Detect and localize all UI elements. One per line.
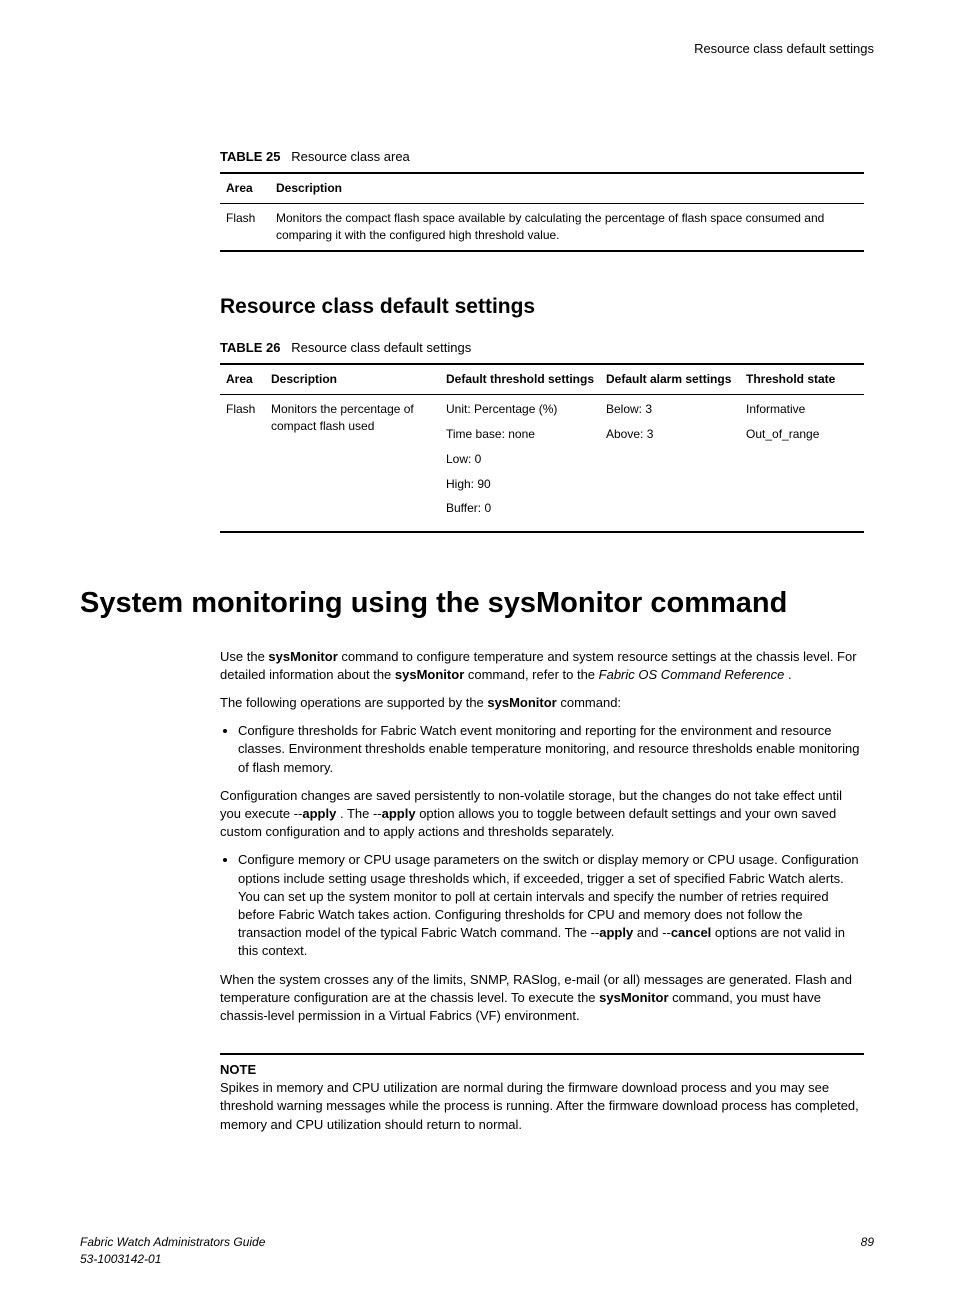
- bullet-list-1: Configure thresholds for Fabric Watch ev…: [220, 722, 864, 777]
- t26-alarm: Below: 3 Above: 3: [600, 395, 740, 532]
- paragraph-4: When the system crosses any of the limit…: [220, 971, 864, 1026]
- t26-thr-0: Unit: Percentage (%): [446, 401, 594, 418]
- t26-state-0: Informative: [746, 401, 858, 418]
- table26-h1: Description: [265, 364, 440, 394]
- table25-desc: Monitors the compact flash space availab…: [270, 204, 864, 251]
- footer-guide-title: Fabric Watch Administrators Guide: [80, 1234, 265, 1251]
- table25-header-area: Area: [220, 173, 270, 203]
- table25-caption: TABLE 25 Resource class area: [220, 148, 864, 166]
- footer-doc-number: 53-1003142-01: [80, 1251, 265, 1268]
- table26-h2: Default threshold settings: [440, 364, 600, 394]
- table25-caption-label: TABLE 25: [220, 149, 280, 164]
- page-header-right: Resource class default settings: [80, 40, 874, 58]
- t26-thr-2: Low: 0: [446, 451, 594, 468]
- text: command:: [557, 695, 621, 710]
- note-block: NOTE Spikes in memory and CPU utilizatio…: [220, 1053, 864, 1134]
- table26-h3: Default alarm settings: [600, 364, 740, 394]
- t26-threshold: Unit: Percentage (%) Time base: none Low…: [440, 395, 600, 532]
- text: .: [784, 667, 791, 682]
- bold-text: sysMonitor: [599, 990, 668, 1005]
- list-item: Configure thresholds for Fabric Watch ev…: [238, 722, 864, 777]
- bold-text: cancel: [671, 925, 711, 940]
- paragraph-3: Configuration changes are saved persiste…: [220, 787, 864, 842]
- footer-page-number: 89: [861, 1234, 874, 1268]
- t26-state: Informative Out_of_range: [740, 395, 864, 532]
- table26-caption-label: TABLE 26: [220, 340, 280, 355]
- t26-area: Flash: [220, 395, 265, 532]
- italic-text: Fabric OS Command Reference: [599, 667, 785, 682]
- t26-state-1: Out_of_range: [746, 426, 858, 443]
- t26-thr-4: Buffer: 0: [446, 500, 594, 517]
- section-heading: Resource class default settings: [220, 292, 864, 321]
- table25-header-desc: Description: [270, 173, 864, 203]
- text: command, refer to the: [464, 667, 598, 682]
- bold-text: apply: [599, 925, 633, 940]
- list-item: Configure memory or CPU usage parameters…: [238, 851, 864, 960]
- note-label: NOTE: [220, 1061, 864, 1079]
- table25: Area Description Flash Monitors the comp…: [220, 172, 864, 251]
- text: Use the: [220, 649, 268, 664]
- t26-desc: Monitors the percentage of compact flash…: [265, 395, 440, 532]
- table-row: Flash Monitors the percentage of compact…: [220, 395, 864, 532]
- text: The following operations are supported b…: [220, 695, 487, 710]
- bold-text: apply: [382, 806, 416, 821]
- t26-alarm-0: Below: 3: [606, 401, 734, 418]
- bold-text: sysMonitor: [395, 667, 464, 682]
- t26-thr-3: High: 90: [446, 476, 594, 493]
- paragraph-1: Use the sysMonitor command to configure …: [220, 648, 864, 684]
- bold-text: sysMonitor: [487, 695, 556, 710]
- table26-caption: TABLE 26 Resource class default settings: [220, 339, 864, 357]
- table25-area: Flash: [220, 204, 270, 251]
- bullet-list-2: Configure memory or CPU usage parameters…: [220, 851, 864, 960]
- page-footer: Fabric Watch Administrators Guide 53-100…: [80, 1234, 874, 1268]
- t26-thr-1: Time base: none: [446, 426, 594, 443]
- table-row: Flash Monitors the compact flash space a…: [220, 204, 864, 251]
- t26-alarm-1: Above: 3: [606, 426, 734, 443]
- bold-text: sysMonitor: [268, 649, 337, 664]
- table25-caption-text: Resource class area: [291, 149, 410, 164]
- bold-text: apply: [302, 806, 336, 821]
- footer-left: Fabric Watch Administrators Guide 53-100…: [80, 1234, 265, 1268]
- text: and --: [633, 925, 671, 940]
- table26: Area Description Default threshold setti…: [220, 363, 864, 533]
- note-text: Spikes in memory and CPU utilization are…: [220, 1079, 864, 1134]
- table26-h4: Threshold state: [740, 364, 864, 394]
- main-heading: System monitoring using the sysMonitor c…: [80, 583, 874, 624]
- text: . The --: [336, 806, 381, 821]
- table26-h0: Area: [220, 364, 265, 394]
- paragraph-2: The following operations are supported b…: [220, 694, 864, 712]
- table26-caption-text: Resource class default settings: [291, 340, 471, 355]
